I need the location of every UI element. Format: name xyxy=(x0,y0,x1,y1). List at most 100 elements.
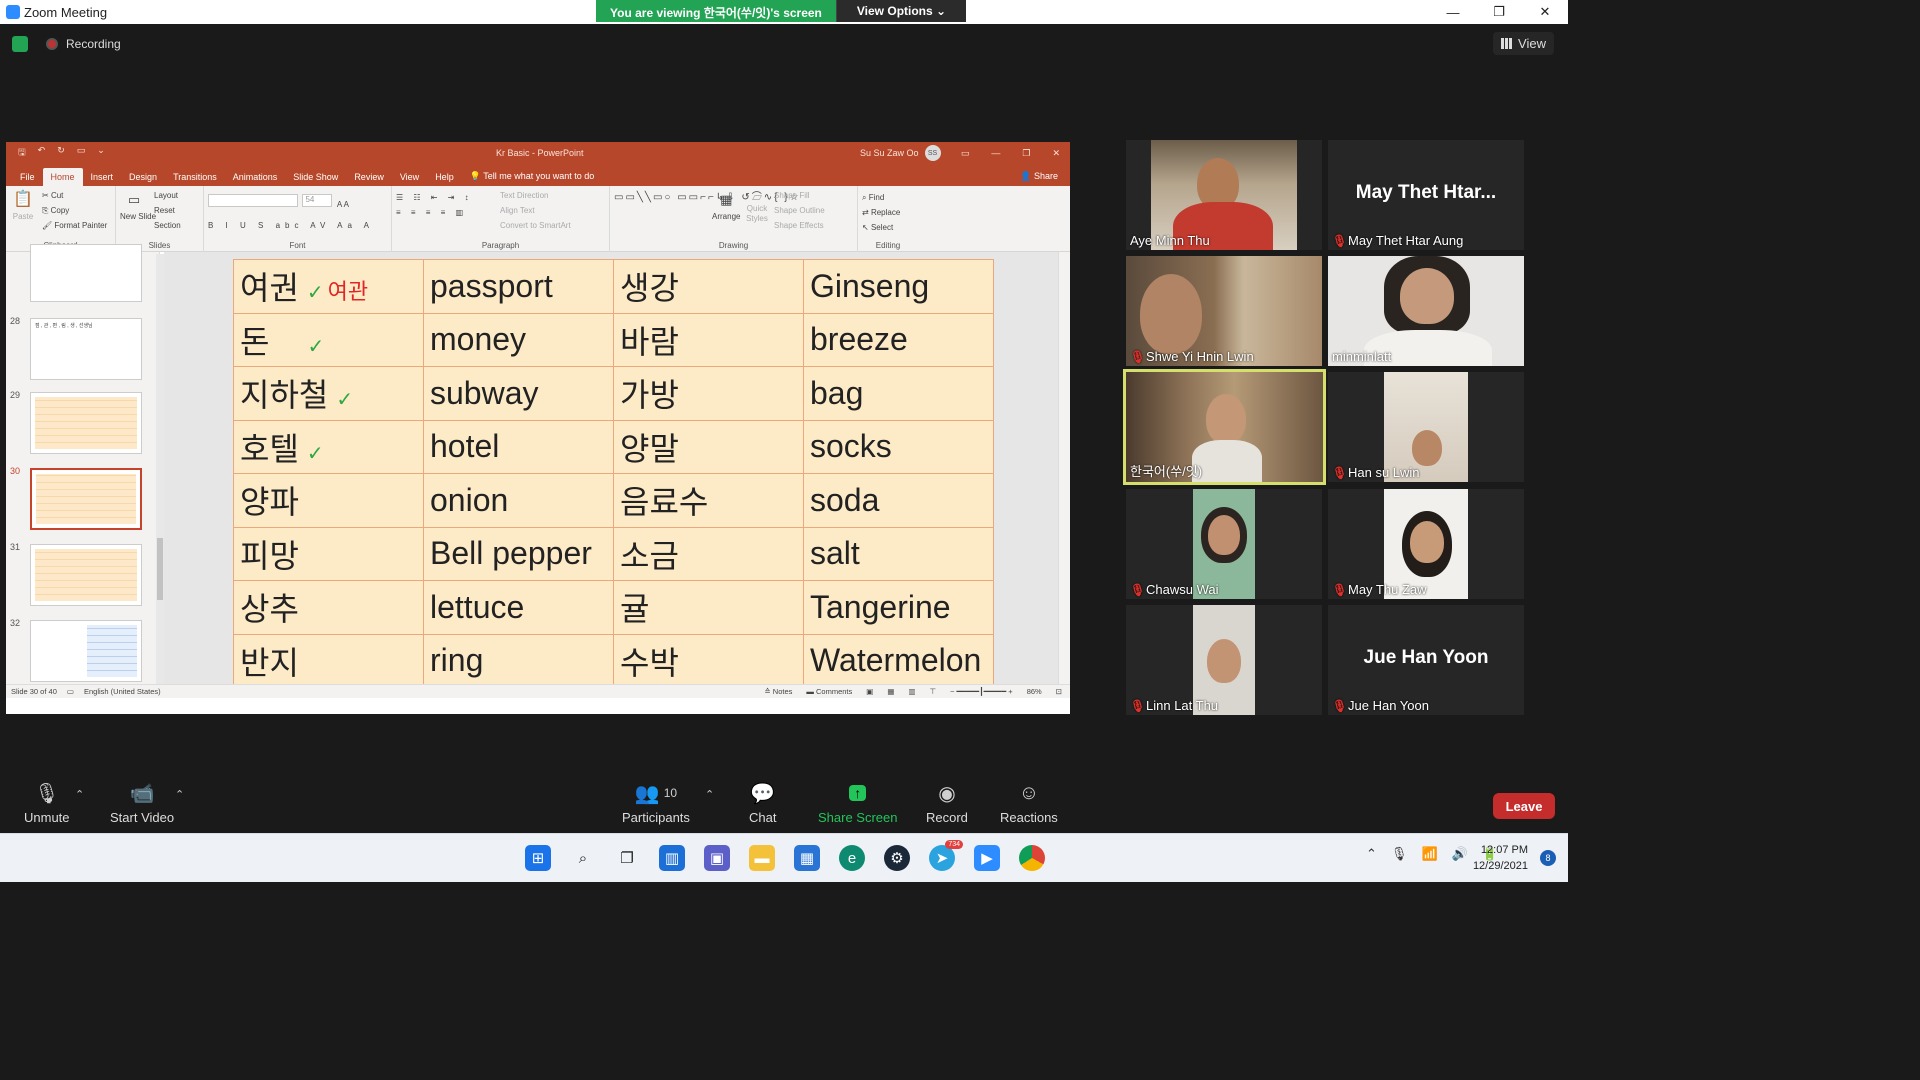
reactions-button[interactable]: ☺ Reactions xyxy=(1000,776,1058,826)
format-painter-button[interactable]: 🖌 Format Painter xyxy=(42,218,107,233)
select-button[interactable]: ↖ Select xyxy=(862,220,914,235)
paste-button[interactable]: 📋 Paste xyxy=(12,192,34,224)
smartart-button[interactable]: Convert to SmartArt xyxy=(500,218,571,233)
find-button[interactable]: ⌕ Find xyxy=(862,190,914,205)
slide-thumbnail-30[interactable] xyxy=(30,468,142,530)
participant-tile[interactable]: 🎙 Shwe Yi Hnin Lwin xyxy=(1126,256,1322,366)
save-icon[interactable]: 🖫 xyxy=(18,145,26,161)
file-explorer-icon[interactable]: ▬ xyxy=(749,845,775,871)
slideshow-view-icon[interactable]: ⊤ xyxy=(930,687,937,696)
undo-icon[interactable]: ↶ xyxy=(38,145,46,161)
recording-indicator[interactable]: Recording xyxy=(46,37,121,51)
customize-qa-icon[interactable]: ⌄ xyxy=(97,145,105,161)
tab-file[interactable]: File xyxy=(12,168,43,186)
cut-button[interactable]: ✂ Cut xyxy=(42,188,107,203)
shield-icon[interactable] xyxy=(12,36,28,52)
participant-tile[interactable]: 🎙 Linn Lat Thu xyxy=(1126,605,1322,715)
copy-button[interactable]: ⎘ Copy xyxy=(42,203,107,218)
participant-tile[interactable]: 🎙 May Thu Zaw xyxy=(1328,489,1524,599)
language-label[interactable]: English (United States) xyxy=(84,687,161,696)
tab-animations[interactable]: Animations xyxy=(225,168,286,186)
ppt-restore-icon[interactable]: ❐ xyxy=(1022,148,1030,159)
shape-fill-button[interactable]: Shape Fill xyxy=(774,188,825,203)
view-options-button[interactable]: View Options ⌄ xyxy=(835,0,967,22)
shared-screen[interactable]: 🖫 ↶ ↻ ▭ ⌄ Kr Basic - PowerPoint Su Su Za… xyxy=(6,142,1070,714)
thumbnail-scrollbar[interactable] xyxy=(156,254,164,684)
section-button[interactable]: Section xyxy=(154,218,181,233)
spellcheck-icon[interactable]: ▭ xyxy=(67,687,74,696)
slide-thumbnail-31[interactable] xyxy=(30,544,142,606)
reading-view-icon[interactable]: ▥ xyxy=(908,687,915,696)
zoom-level[interactable]: 86% xyxy=(1027,687,1042,696)
ppt-share-button[interactable]: 👤 Share xyxy=(1020,171,1058,182)
participants-button[interactable]: 👥 10 Participants xyxy=(622,776,690,826)
participant-tile[interactable]: 🎙 Han su Lwin xyxy=(1328,372,1524,482)
tell-me-search[interactable]: 💡 Tell me what you want to do xyxy=(462,167,603,186)
microphone-icon[interactable]: 🎙 xyxy=(1391,846,1408,862)
steam-icon[interactable]: ⚙ xyxy=(884,845,910,871)
redo-icon[interactable]: ↻ xyxy=(57,145,65,161)
scrollbar-thumb[interactable] xyxy=(157,538,163,600)
start-video-button[interactable]: 📹 Start Video xyxy=(110,776,174,826)
chrome-icon[interactable] xyxy=(1019,845,1045,871)
ppt-minimize-icon[interactable]: — xyxy=(991,148,1000,159)
video-options-chevron-icon[interactable]: ⌃ xyxy=(175,788,184,801)
share-screen-button[interactable]: ↑ Share Screen xyxy=(818,776,898,825)
volume-icon[interactable]: 🔊 xyxy=(1452,846,1468,862)
notes-button[interactable]: ≙ Notes xyxy=(764,687,792,696)
replace-button[interactable]: ⇄ Replace xyxy=(862,205,914,220)
zoom-taskbar-icon[interactable]: ▶ xyxy=(974,845,1000,871)
tab-view[interactable]: View xyxy=(392,168,427,186)
leave-button[interactable]: Leave xyxy=(1493,793,1555,819)
tab-help[interactable]: Help xyxy=(427,168,462,186)
quick-styles-button[interactable]: ▱ Quick Styles xyxy=(744,190,770,224)
comments-button[interactable]: ▬ Comments xyxy=(806,687,852,696)
shape-effects-button[interactable]: Shape Effects xyxy=(774,218,825,233)
slide-canvas[interactable]: 여권 ✓ 여관 passport 생강 Ginseng 돈 ✓ money 바람 br… xyxy=(164,252,1064,684)
fit-slide-icon[interactable]: ⊡ xyxy=(1056,687,1062,696)
participant-tile[interactable]: 🎙 Chawsu Wai xyxy=(1126,489,1322,599)
sorter-view-icon[interactable]: ▦ xyxy=(887,687,894,696)
reset-button[interactable]: Reset xyxy=(154,203,181,218)
slide-thumbnail-29[interactable] xyxy=(30,392,142,454)
search-icon[interactable]: ⌕ xyxy=(570,845,596,871)
participant-tile[interactable]: Jue Han Yoon 🎙 Jue Han Yoon xyxy=(1328,605,1524,715)
chevron-up-icon[interactable]: ⌃ xyxy=(1366,846,1377,862)
taskbar-clock[interactable]: 12:07 PM 12/29/2021 xyxy=(1473,842,1528,874)
task-view-icon[interactable]: ❐ xyxy=(614,845,640,871)
participant-tile[interactable]: minminlatt xyxy=(1328,256,1524,366)
slide-scrollbar[interactable] xyxy=(1058,252,1070,684)
audio-options-chevron-icon[interactable]: ⌃ xyxy=(75,788,84,801)
restore-button[interactable]: ❐ xyxy=(1476,0,1522,24)
close-button[interactable]: ✕ xyxy=(1522,0,1568,24)
ppt-user[interactable]: Su Su Zaw Oo SS xyxy=(860,145,941,161)
new-slide-button[interactable]: ▭ New Slide xyxy=(120,192,156,224)
shapes-gallery[interactable]: ▭▭╲╲▭○ ▭▭⌐⌐↳⇩ ↺⌒∿{ }☆ xyxy=(614,190,799,205)
normal-view-icon[interactable]: ▣ xyxy=(866,687,873,696)
tab-design[interactable]: Design xyxy=(121,168,165,186)
tab-insert[interactable]: Insert xyxy=(83,168,122,186)
view-button[interactable]: View xyxy=(1493,32,1554,55)
font-name-box[interactable] xyxy=(208,194,298,207)
slide-thumbnail-27[interactable] xyxy=(30,244,142,302)
participant-tile[interactable]: Aye Minn Thu xyxy=(1126,140,1322,250)
unmute-button[interactable]: 🎙 Unmute xyxy=(24,776,70,826)
tab-slide-show[interactable]: Slide Show xyxy=(285,168,346,186)
font-size-box[interactable]: 54 xyxy=(302,194,333,207)
ribbon-display-icon[interactable]: ▭ xyxy=(961,148,970,159)
zoom-slider[interactable]: − ━━━━━┃━━━━━ + xyxy=(950,687,1013,696)
text-direction-button[interactable]: Text Direction xyxy=(500,188,571,203)
participant-tile[interactable]: May Thet Htar... 🎙 May Thet Htar Aung xyxy=(1328,140,1524,250)
telegram-icon[interactable]: ➤ 734 xyxy=(929,840,963,871)
shape-outline-button[interactable]: Shape Outline xyxy=(774,203,825,218)
teams-chat-icon[interactable]: ▣ xyxy=(704,845,730,871)
align-text-button[interactable]: Align Text xyxy=(500,203,571,218)
font-format-buttons[interactable]: B I U S abc AV Aa A xyxy=(208,218,387,233)
wifi-icon[interactable]: 📶 xyxy=(1421,846,1437,862)
minimize-button[interactable]: — xyxy=(1430,0,1476,24)
chat-button[interactable]: 💬 Chat xyxy=(749,776,776,826)
font-grow-icon[interactable]: A A xyxy=(337,200,349,209)
arrange-button[interactable]: ▦ Arrange xyxy=(712,192,740,224)
participant-tile-active-speaker[interactable]: 한국어(쑤/잇) xyxy=(1123,369,1326,485)
slide-thumbnail-32[interactable] xyxy=(30,620,142,682)
